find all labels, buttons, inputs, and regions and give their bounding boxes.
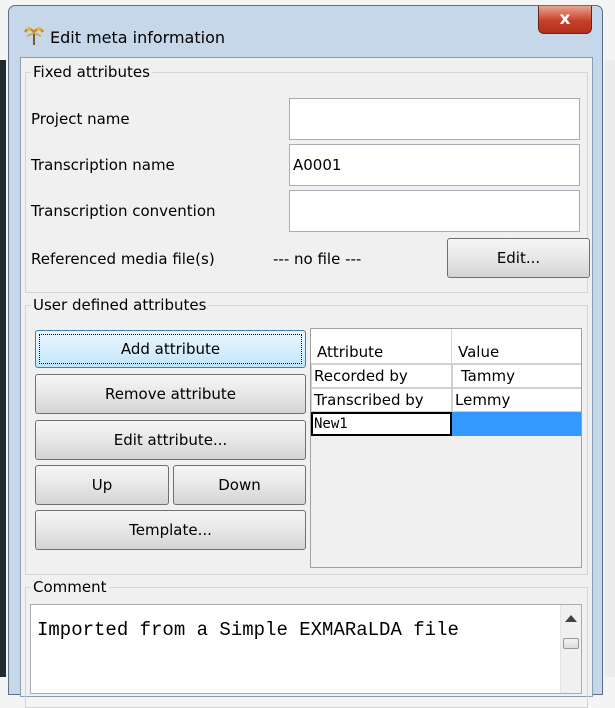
transcription-name-label: Transcription name — [31, 156, 175, 174]
close-button[interactable]: x — [538, 6, 592, 34]
table-cell-attribute[interactable]: Recorded by — [311, 364, 452, 388]
attributes-table[interactable]: Attribute Value Recorded by Tammy Transc… — [310, 328, 582, 568]
transcription-name-field[interactable]: A0001 — [289, 144, 580, 186]
edit-media-button[interactable]: Edit... — [447, 238, 590, 278]
dialog-window: Edit meta information x Fixed attributes… — [8, 5, 603, 708]
project-name-field[interactable] — [289, 98, 580, 140]
close-icon: x — [559, 9, 571, 29]
table-cell-value-selected[interactable] — [452, 412, 581, 436]
up-button[interactable]: Up — [35, 465, 169, 505]
media-files-label: Referenced media file(s) — [31, 250, 215, 268]
comment-legend: Comment — [33, 578, 107, 596]
column-header-attribute[interactable]: Attribute — [311, 329, 452, 364]
focus-ring — [39, 334, 302, 364]
scroll-up-icon[interactable] — [565, 615, 577, 622]
title-bar[interactable]: Edit meta information x — [9, 6, 602, 58]
scroll-thumb[interactable] — [563, 638, 579, 649]
template-button[interactable]: Template... — [35, 510, 306, 550]
dialog-client: Fixed attributes Project name Transcript… — [20, 57, 593, 708]
project-name-label: Project name — [31, 110, 130, 128]
background-edge-right — [605, 60, 615, 677]
edit-attribute-button[interactable]: Edit attribute... — [35, 420, 306, 460]
transcription-convention-field[interactable] — [289, 190, 580, 232]
comment-scrollbar[interactable] — [560, 605, 581, 693]
remove-attribute-button[interactable]: Remove attribute — [35, 374, 306, 414]
tree-icon — [23, 27, 45, 45]
down-button[interactable]: Down — [173, 465, 306, 505]
comment-textarea[interactable]: Imported from a Simple EXMARaLDA file — [30, 604, 582, 694]
user-attributes-legend: User defined attributes — [33, 296, 207, 314]
table-cell-value[interactable]: Tammy — [452, 364, 581, 388]
background-edge-left — [0, 60, 6, 677]
media-files-value: --- no file --- — [273, 250, 362, 268]
comment-text: Imported from a Simple EXMARaLDA file — [37, 619, 459, 641]
table-cell-attribute-editor[interactable]: New1 — [311, 412, 452, 436]
window-title: Edit meta information — [50, 28, 226, 47]
table-cell-value[interactable]: Lemmy — [452, 388, 581, 412]
column-header-value[interactable]: Value — [452, 329, 581, 364]
transcription-convention-label: Transcription convention — [31, 202, 216, 220]
table-cell-attribute[interactable]: Transcribed by — [311, 388, 452, 412]
fixed-attributes-legend: Fixed attributes — [33, 63, 150, 81]
add-attribute-button[interactable]: Add attribute — [35, 330, 306, 368]
